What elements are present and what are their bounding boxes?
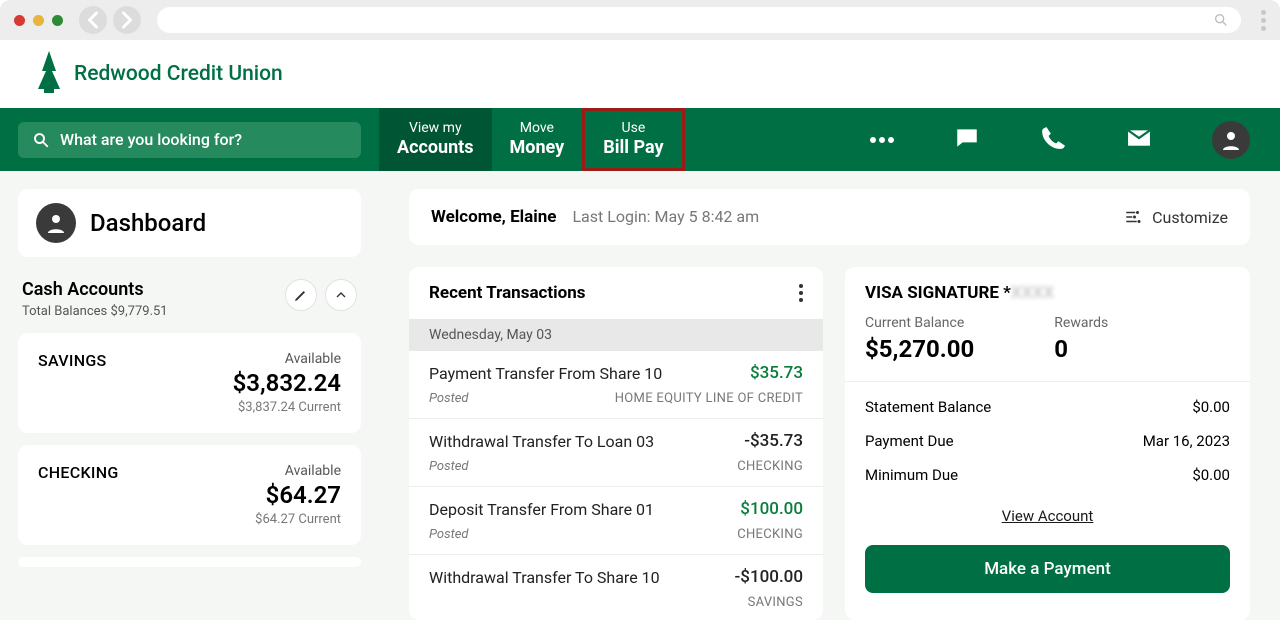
mail-icon[interactable] [1126, 125, 1152, 155]
forward-button[interactable] [113, 6, 141, 34]
dashboard-header: Dashboard [18, 189, 361, 257]
nav-bill-pay[interactable]: Use Bill Pay [582, 108, 684, 171]
address-bar[interactable] [157, 7, 1241, 33]
transaction-row[interactable]: Deposit Transfer From Share 01 $100.00 P… [409, 487, 823, 555]
more-menu-icon[interactable] [870, 137, 894, 143]
current-balance-label: Current Balance [865, 315, 974, 331]
cash-accounts-title: Cash Accounts [22, 279, 168, 300]
nav-accounts[interactable]: View my Accounts [379, 108, 492, 171]
visa-title: VISA SIGNATURE *XXXX [845, 267, 1250, 307]
account-card-savings[interactable]: SAVINGS Available $3,832.24 $3,837.24 Cu… [18, 333, 361, 433]
visa-panel: VISA SIGNATURE *XXXX Current Balance $5,… [845, 267, 1250, 620]
minimize-window-icon[interactable] [33, 15, 44, 26]
make-payment-button[interactable]: Make a Payment [865, 545, 1230, 593]
account-card-placeholder [18, 557, 361, 567]
brand-logo[interactable]: Redwood Credit Union [34, 51, 283, 97]
cash-accounts-header: Cash Accounts Total Balances $9,779.51 [18, 275, 361, 333]
primary-nav: What are you looking for? View my Accoun… [0, 108, 1280, 171]
welcome-bar: Welcome, Elaine Last Login: May 5 8:42 a… [409, 189, 1250, 245]
tree-icon [34, 51, 64, 97]
customize-button[interactable]: Customize [1124, 208, 1228, 227]
pencil-icon [293, 287, 309, 303]
close-window-icon[interactable] [14, 15, 25, 26]
phone-icon[interactable] [1040, 125, 1066, 155]
main-content: Welcome, Elaine Last Login: May 5 8:42 a… [379, 171, 1280, 620]
rewards-label: Rewards [1054, 315, 1108, 331]
brand-name: Redwood Credit Union [74, 62, 283, 86]
masked-account-number: XXXX [1011, 283, 1054, 303]
edit-button[interactable] [285, 279, 317, 311]
sliders-icon [1124, 208, 1142, 226]
dashboard-title: Dashboard [90, 209, 206, 237]
nav-move-money[interactable]: Move Money [492, 108, 583, 171]
search-placeholder: What are you looking for? [60, 130, 242, 149]
visa-row-payment-due: Payment DueMar 16, 2023 [845, 424, 1250, 458]
visa-row-minimum-due: Minimum Due$0.00 [845, 458, 1250, 492]
search-icon [1213, 12, 1229, 28]
search-icon [32, 131, 50, 149]
maximize-window-icon[interactable] [52, 15, 63, 26]
transaction-date: Wednesday, May 03 [409, 319, 823, 351]
recent-transactions-title: Recent Transactions [429, 283, 586, 303]
browser-menu-icon[interactable] [1261, 10, 1266, 31]
view-account-link[interactable]: View Account [1002, 507, 1094, 525]
current-balance-value: $5,270.00 [865, 335, 974, 363]
account-card-checking[interactable]: CHECKING Available $64.27 $64.27 Current [18, 445, 361, 545]
person-icon [1219, 128, 1243, 152]
transaction-row[interactable]: Withdrawal Transfer To Share 10 -$100.00… [409, 555, 823, 620]
panel-menu-icon[interactable] [799, 284, 803, 302]
profile-button[interactable] [1212, 121, 1250, 159]
last-login: Last Login: May 5 8:42 am [572, 207, 759, 226]
recent-transactions-panel: Recent Transactions Wednesday, May 03 Pa… [409, 267, 823, 620]
site-search-input[interactable]: What are you looking for? [18, 122, 361, 158]
rewards-value: 0 [1054, 335, 1108, 363]
transaction-row[interactable]: Withdrawal Transfer To Loan 03 -$35.73 P… [409, 419, 823, 487]
back-button[interactable] [79, 6, 107, 34]
window-controls [14, 15, 63, 26]
transaction-row[interactable]: Payment Transfer From Share 10 $35.73 Po… [409, 351, 823, 419]
collapse-button[interactable] [325, 279, 357, 311]
browser-chrome [0, 0, 1280, 40]
site-header: Redwood Credit Union [0, 40, 1280, 108]
chat-icon[interactable] [954, 125, 980, 155]
welcome-greeting: Welcome, Elaine [431, 207, 556, 227]
sidebar: Dashboard Cash Accounts Total Balances $… [0, 171, 379, 620]
person-icon [36, 203, 76, 243]
visa-row-statement: Statement Balance$0.00 [845, 390, 1250, 424]
chevron-up-icon [333, 287, 349, 303]
